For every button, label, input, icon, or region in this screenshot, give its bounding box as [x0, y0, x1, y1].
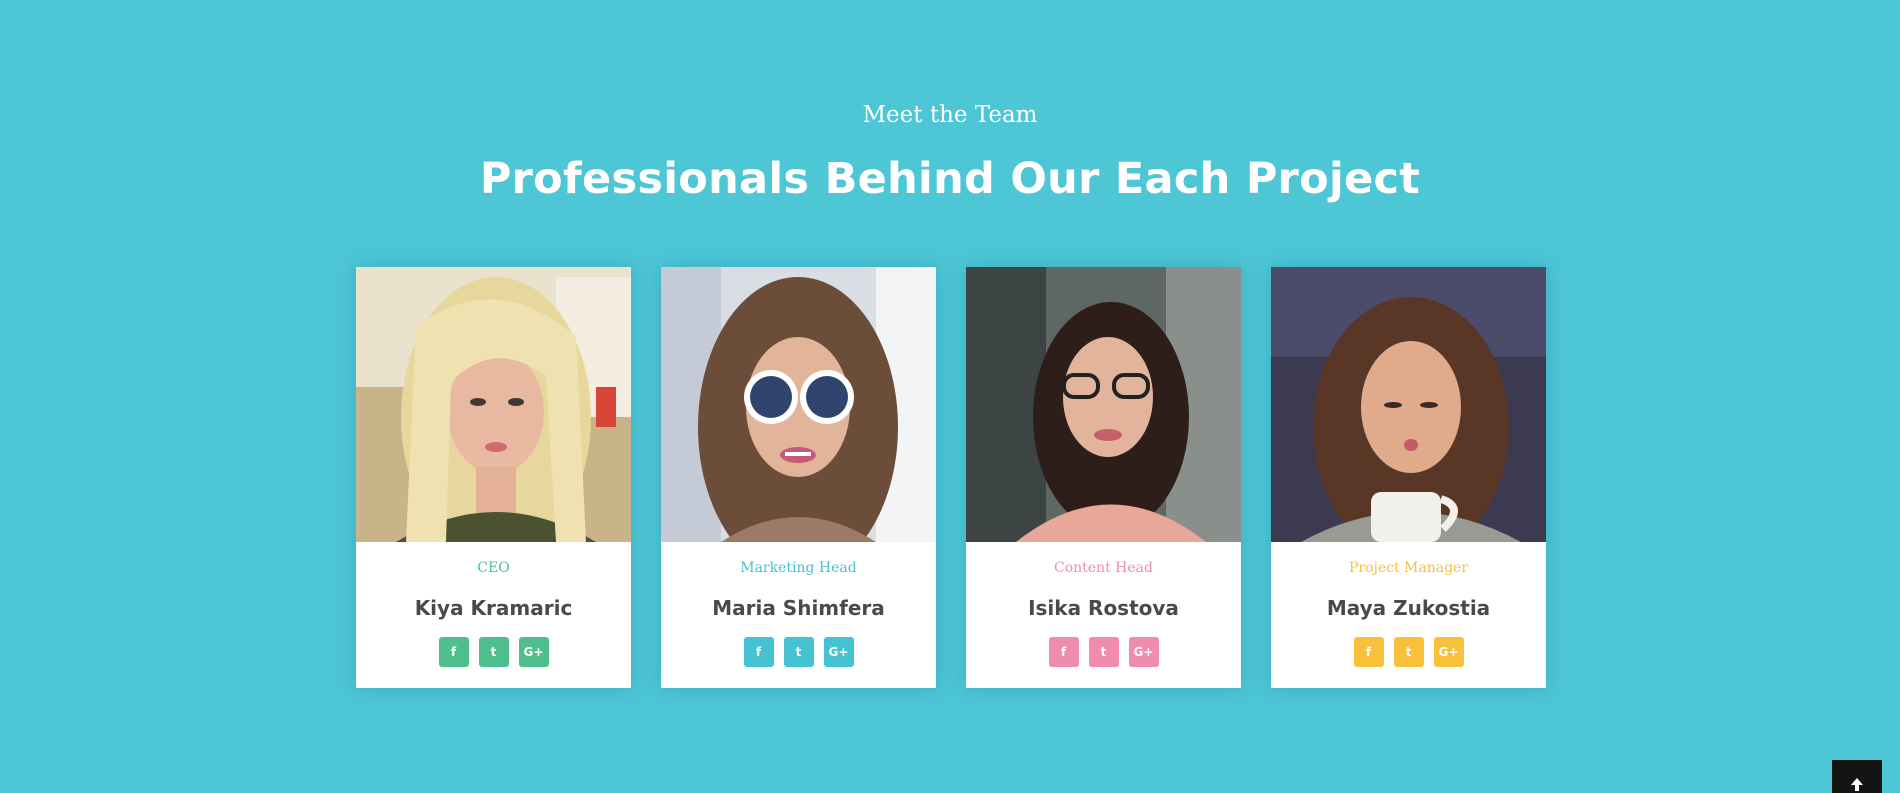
member-name: Isika Rostova	[1028, 596, 1179, 620]
member-photo	[1271, 267, 1546, 542]
social-links: f t G+	[1271, 637, 1546, 667]
facebook-icon[interactable]: f	[1353, 637, 1384, 667]
member-name: Maya Zukostia	[1326, 596, 1491, 620]
section-eyebrow: Meet the Team	[862, 102, 1038, 128]
google-plus-icon[interactable]: G+	[1128, 637, 1159, 667]
google-plus-icon[interactable]: G+	[1433, 637, 1464, 667]
member-name: Kiya Kramaric	[414, 596, 573, 620]
twitter-icon[interactable]: t	[1088, 637, 1119, 667]
member-role: CEO	[477, 560, 510, 576]
back-to-top-button[interactable]	[1832, 760, 1882, 793]
member-role: Marketing Head	[740, 560, 857, 576]
facebook-icon[interactable]: f	[438, 637, 469, 667]
member-photo	[661, 267, 936, 542]
google-plus-icon[interactable]: G+	[518, 637, 549, 667]
social-links: f t G+	[661, 637, 936, 667]
social-links: f t G+	[966, 637, 1241, 667]
section-title: Professionals Behind Our Each Project	[479, 154, 1421, 204]
member-photo	[356, 267, 631, 542]
member-photo	[966, 267, 1241, 542]
google-plus-icon[interactable]: G+	[823, 637, 854, 667]
member-role: Content Head	[1054, 560, 1153, 576]
facebook-icon[interactable]: f	[1048, 637, 1079, 667]
team-card: Content Head Isika Rostova f t G+	[966, 267, 1241, 688]
team-card: CEO Kiya Kramaric f t G+	[356, 267, 631, 688]
social-links: f t G+	[356, 637, 631, 667]
twitter-icon[interactable]: t	[783, 637, 814, 667]
twitter-icon[interactable]: t	[478, 637, 509, 667]
twitter-icon[interactable]: t	[1393, 637, 1424, 667]
team-card: Marketing Head Maria Shimfera f t G+	[661, 267, 936, 688]
facebook-icon[interactable]: f	[743, 637, 774, 667]
arrow-up-icon	[1851, 778, 1863, 791]
team-card: Project Manager Maya Zukostia f t G+	[1271, 267, 1546, 688]
member-name: Maria Shimfera	[712, 596, 885, 620]
member-role: Project Manager	[1348, 560, 1469, 576]
team-grid: CEO Kiya Kramaric f t G+ Marketing Head …	[356, 267, 1546, 689]
team-section: Meet the Team Professionals Behind Our E…	[0, 0, 1900, 793]
